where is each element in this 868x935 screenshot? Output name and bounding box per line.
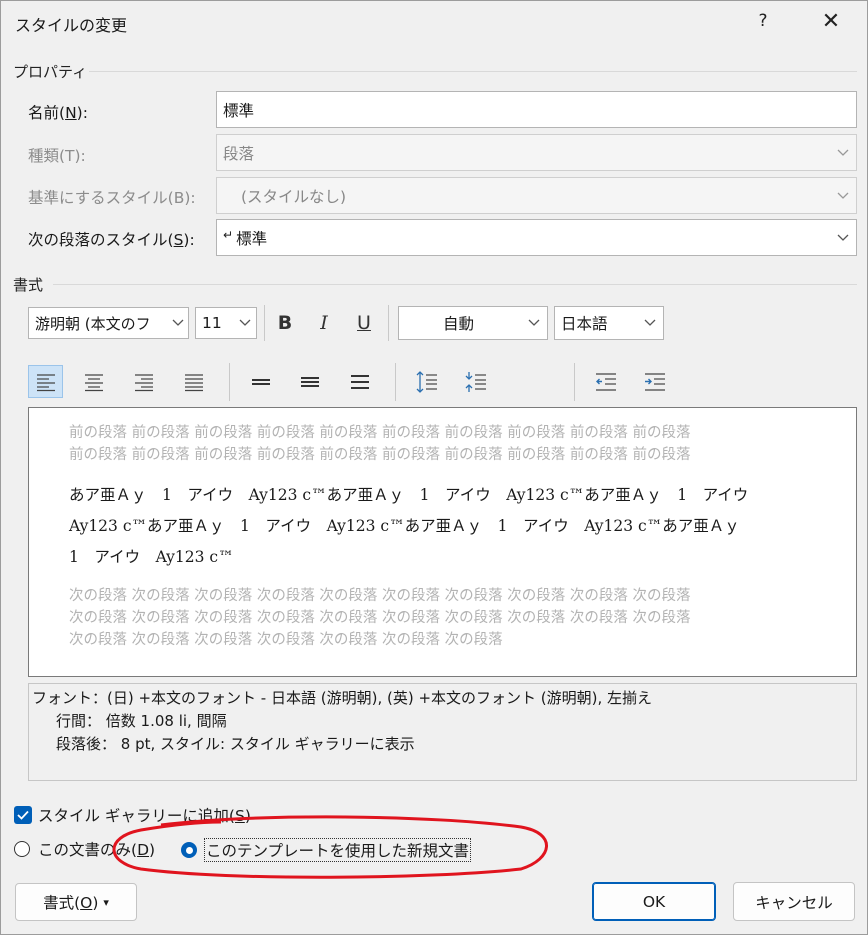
font-color-value: 自動 bbox=[443, 315, 475, 333]
chevron-down-icon bbox=[830, 220, 856, 255]
name-value: 標準 bbox=[223, 101, 255, 120]
previous-paragraph-preview: 前の段落 前の段落 前の段落 前の段落 前の段落 前の段落 前の段落 前の段落 … bbox=[69, 422, 690, 466]
add-to-gallery-checkbox[interactable] bbox=[14, 806, 32, 824]
sample-text-preview: あア亜Ａｙ 1 アイウ Ay123 c™あア亜Ａｙ 1 アイウ Ay123 c™… bbox=[69, 480, 748, 573]
spacing-increase-icon bbox=[416, 370, 437, 393]
justify-button[interactable] bbox=[176, 365, 211, 398]
cancel-button[interactable]: キャンセル bbox=[733, 882, 855, 921]
decrease-spacing-button[interactable] bbox=[458, 365, 493, 398]
type-select[interactable]: 段落 bbox=[216, 134, 857, 171]
style-description: フォント：(日) +本文のフォント - 日本語 (游明朝), (英) +本文のフ… bbox=[28, 683, 857, 781]
align-left-button[interactable] bbox=[28, 365, 63, 398]
one-half-spacing-button[interactable] bbox=[292, 365, 327, 398]
chevron-down-icon bbox=[830, 135, 856, 170]
decrease-indent-button[interactable] bbox=[588, 365, 623, 398]
next-paragraph-preview: 次の段落 次の段落 次の段落 次の段落 次の段落 次の段落 次の段落 次の段落 … bbox=[69, 585, 690, 651]
type-label: 種類(T): bbox=[28, 147, 86, 165]
properties-group-label: プロパティ bbox=[13, 63, 88, 81]
font-name-select[interactable]: 游明朝 (本文のフ bbox=[28, 307, 189, 339]
style-preview-pane: 前の段落 前の段落 前の段落 前の段落 前の段落 前の段落 前の段落 前の段落 … bbox=[28, 407, 857, 677]
align-center-icon bbox=[84, 373, 103, 391]
font-color-select[interactable]: 自動 bbox=[398, 306, 548, 340]
indent-decrease-icon bbox=[595, 372, 616, 391]
help-button[interactable]: ? bbox=[746, 11, 780, 31]
toolbar-separator bbox=[388, 305, 389, 341]
description-line: 行間： 倍数 1.08 li, 間隔 bbox=[56, 712, 227, 730]
dialog-title: スタイルの変更 bbox=[15, 16, 128, 35]
next-style-value: 標準 bbox=[236, 229, 268, 248]
toolbar-separator bbox=[574, 363, 575, 401]
sample-line: 1 アイウ Ay123 c™ bbox=[69, 548, 234, 566]
align-right-icon bbox=[134, 373, 153, 391]
align-left-icon bbox=[36, 373, 55, 391]
line-spacing-onehalf-icon bbox=[300, 376, 319, 387]
based-on-label: 基準にするスタイル(B): bbox=[28, 189, 196, 207]
preview-line: 前の段落 前の段落 前の段落 前の段落 前の段落 前の段落 前の段落 前の段落 … bbox=[69, 447, 691, 463]
spacing-decrease-icon bbox=[465, 371, 486, 392]
chevron-down-icon bbox=[830, 178, 856, 213]
description-line: フォント：(日) +本文のフォント - 日本語 (游明朝), (英) +本文のフ… bbox=[32, 689, 653, 707]
italic-button[interactable]: I bbox=[310, 307, 338, 339]
chevron-down-icon bbox=[521, 307, 547, 339]
next-style-select[interactable]: ↵ 標準 bbox=[216, 219, 857, 256]
toolbar-separator bbox=[229, 363, 230, 401]
name-label: 名前(N): bbox=[28, 104, 88, 122]
line-spacing-double-icon bbox=[350, 374, 369, 389]
paragraph-mark-icon: ↵ bbox=[223, 227, 234, 242]
language-value: 日本語 bbox=[561, 315, 608, 333]
format-group-label: 書式 bbox=[13, 276, 44, 294]
dropdown-arrow-icon: ▾ bbox=[103, 895, 109, 909]
next-style-label: 次の段落のスタイル(S): bbox=[28, 231, 195, 249]
increase-indent-button[interactable] bbox=[637, 365, 672, 398]
properties-divider bbox=[89, 71, 857, 72]
ok-button[interactable]: OK bbox=[592, 882, 716, 921]
increase-spacing-button[interactable] bbox=[409, 365, 444, 398]
font-size-value: 11 bbox=[202, 314, 222, 332]
toolbar-separator bbox=[264, 305, 265, 341]
indent-increase-icon bbox=[644, 372, 665, 391]
preview-line: 次の段落 次の段落 次の段落 次の段落 次の段落 次の段落 次の段落 次の段落 … bbox=[69, 610, 691, 626]
format-menu-button[interactable]: 書式(O) ▾ bbox=[15, 883, 137, 921]
chevron-down-icon bbox=[234, 308, 256, 338]
language-select[interactable]: 日本語 bbox=[554, 306, 664, 340]
chevron-down-icon bbox=[637, 307, 663, 339]
checkmark-icon bbox=[17, 810, 29, 820]
close-button[interactable]: ✕ bbox=[814, 9, 848, 34]
format-button-label: 書式(O) bbox=[43, 894, 99, 912]
modify-style-dialog: スタイルの変更 ? ✕ プロパティ 名前(N): 標準 種類(T): 段落 基準… bbox=[0, 0, 868, 935]
this-document-radio[interactable] bbox=[14, 841, 30, 857]
name-input[interactable]: 標準 bbox=[216, 91, 857, 128]
sample-line: Ay123 c™あア亜Ａｙ 1 アイウ Ay123 c™あア亜Ａｙ 1 アイウ … bbox=[69, 517, 740, 535]
double-spacing-button[interactable] bbox=[342, 365, 377, 398]
underline-button[interactable]: U bbox=[350, 307, 378, 339]
justify-icon bbox=[184, 373, 203, 391]
font-size-select[interactable]: 11 bbox=[195, 307, 257, 339]
line-spacing-single-icon bbox=[251, 378, 270, 385]
annotation-ellipse bbox=[112, 815, 548, 879]
based-on-value: (スタイルなし) bbox=[241, 187, 347, 206]
preview-line: 次の段落 次の段落 次の段落 次の段落 次の段落 次の段落 次の段落 次の段落 … bbox=[69, 588, 691, 604]
preview-line: 前の段落 前の段落 前の段落 前の段落 前の段落 前の段落 前の段落 前の段落 … bbox=[69, 425, 691, 441]
toolbar-separator bbox=[395, 363, 396, 401]
preview-line: 次の段落 次の段落 次の段落 次の段落 次の段落 次の段落 次の段落 bbox=[69, 632, 503, 648]
sample-line: あア亜Ａｙ 1 アイウ Ay123 c™あア亜Ａｙ 1 アイウ Ay123 c™… bbox=[69, 486, 749, 504]
single-spacing-button[interactable] bbox=[243, 365, 278, 398]
type-value: 段落 bbox=[223, 144, 255, 163]
chevron-down-icon bbox=[168, 308, 188, 338]
bold-button[interactable]: B bbox=[271, 307, 299, 339]
based-on-select[interactable]: (スタイルなし) bbox=[216, 177, 857, 214]
align-center-button[interactable] bbox=[76, 365, 111, 398]
format-divider bbox=[53, 284, 857, 285]
description-line: 段落後： 8 pt, スタイル: スタイル ギャラリーに表示 bbox=[56, 735, 415, 753]
font-name-value: 游明朝 (本文のフ bbox=[35, 314, 151, 333]
align-right-button[interactable] bbox=[126, 365, 161, 398]
